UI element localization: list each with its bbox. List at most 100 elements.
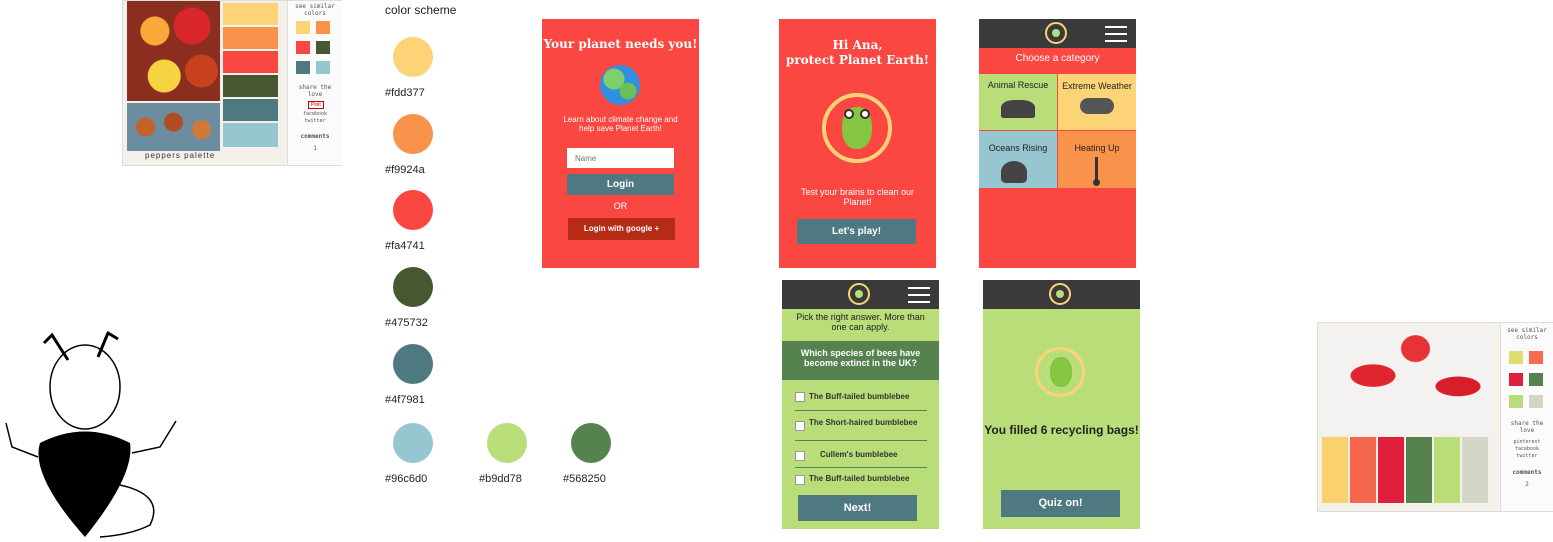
answer-checkbox[interactable] — [795, 392, 805, 402]
color-swatch — [393, 114, 433, 154]
answer-checkbox[interactable] — [795, 475, 805, 485]
mini-swatch[interactable] — [1529, 395, 1543, 408]
palette-swatch — [1434, 437, 1460, 503]
answer-option[interactable]: The Buff-tailed bumblebee — [795, 390, 927, 411]
share-link[interactable]: facebook — [1501, 446, 1553, 452]
color-hex-label: #475732 — [385, 317, 428, 329]
pinit-badge[interactable]: Pinit — [308, 101, 324, 109]
share-link[interactable]: pinterest — [1501, 439, 1553, 445]
frog-avatar — [822, 93, 892, 163]
frog-logo-icon[interactable] — [1049, 283, 1071, 305]
mini-swatch[interactable] — [316, 61, 330, 74]
quiz-on-button[interactable]: Quiz on! — [1001, 490, 1120, 517]
category-label: Oceans Rising — [988, 143, 1048, 153]
palette-swatch — [223, 3, 278, 25]
question-box: Which species of bees have become extinc… — [782, 341, 939, 380]
mini-swatch[interactable] — [296, 21, 310, 34]
color-swatch — [393, 190, 433, 230]
ant-doodle-icon — [5, 330, 177, 538]
welcome-screen: Hi Ana, protect Planet Earth! Test your … — [779, 19, 936, 268]
category-oceans-rising[interactable]: Oceans Rising — [979, 131, 1057, 188]
result-message: You filled 6 recycling bags! — [984, 423, 1139, 437]
palette-swatch — [223, 123, 278, 147]
mini-swatch[interactable] — [296, 61, 310, 74]
quiz-instruction: Pick the right answer. More than one can… — [796, 312, 925, 332]
palette-swatch — [1406, 437, 1432, 503]
answer-checkbox[interactable] — [795, 421, 805, 431]
answer-option[interactable]: The Buff-tailed bumblebee — [795, 474, 927, 488]
hamburger-menu-icon[interactable] — [908, 282, 930, 308]
color-hex-label: #fa4741 — [385, 240, 425, 252]
color-swatch — [571, 423, 611, 463]
mini-swatch[interactable] — [296, 41, 310, 54]
question-text: Which species of bees have become extinc… — [800, 348, 921, 368]
category-heating-up[interactable]: Heating Up — [1058, 131, 1136, 188]
comments-count: 2 — [1525, 481, 1529, 488]
quiz-screen: Pick the right answer. More than one can… — [782, 280, 939, 529]
polar-bear-icon — [1001, 100, 1035, 118]
login-title: Your planet needs you! — [543, 37, 698, 51]
comments-label: comments — [1512, 469, 1542, 476]
color-hex-label: #fdd377 — [385, 87, 425, 99]
next-button[interactable]: Next! — [798, 495, 917, 521]
answer-label: The Short-haired bumblebee — [809, 418, 918, 427]
color-hex-label: #f9924a — [385, 164, 425, 176]
similar-colors-label: see similar colors — [1507, 327, 1547, 341]
category-animal-rescue[interactable]: Animal Rescue — [979, 74, 1057, 130]
category-label: Animal Rescue — [987, 80, 1049, 90]
color-hex-label: #96c6d0 — [385, 473, 428, 485]
earth-icon — [600, 65, 640, 105]
palette-sidebar: see similar colors share the love pinter… — [1500, 323, 1553, 511]
palette-swatch — [223, 99, 278, 121]
color-swatch — [393, 344, 433, 384]
mini-swatch[interactable] — [1509, 373, 1523, 386]
share-link[interactable]: twitter — [1501, 453, 1553, 459]
mini-swatch[interactable] — [1529, 351, 1543, 364]
palette-swatch — [1350, 437, 1376, 503]
category-extreme-weather[interactable]: Extreme Weather — [1058, 74, 1136, 130]
ant-body — [38, 431, 131, 537]
peppers-photo — [127, 1, 220, 101]
answer-checkbox[interactable] — [795, 451, 805, 461]
frog-icon — [1050, 357, 1072, 387]
mini-swatch[interactable] — [1509, 395, 1523, 408]
mini-swatch[interactable] — [1529, 373, 1543, 386]
category-heading: Choose a category — [1015, 53, 1100, 64]
welcome-text: Test your brains to clean our Planet! — [800, 187, 915, 207]
top-bar — [983, 280, 1140, 309]
color-swatch — [393, 423, 433, 463]
result-screen: You filled 6 recycling bags! Quiz on! — [983, 280, 1140, 529]
hamburger-menu-icon[interactable] — [1105, 21, 1127, 47]
top-bar — [782, 280, 939, 309]
palette-swatch — [223, 75, 278, 97]
share-link[interactable]: twitter — [288, 118, 342, 124]
frog-logo-icon[interactable] — [848, 283, 870, 305]
color-hex-label: #4f7981 — [385, 394, 425, 406]
frog-eye — [860, 109, 870, 119]
frog-logo-icon[interactable] — [1045, 22, 1067, 44]
or-divider: OR — [613, 201, 628, 211]
answer-label: Cullem's bumblebee — [820, 450, 898, 459]
greeting-sub: protect Planet Earth! — [785, 53, 930, 67]
comments-count: 1 — [313, 145, 317, 152]
answer-option[interactable]: The Short-haired bumblebee — [795, 418, 927, 441]
comments-label: comments — [300, 133, 330, 140]
login-button[interactable]: Login — [567, 174, 674, 195]
google-login-button[interactable]: Login with google + — [568, 218, 675, 240]
answer-label: The Buff-tailed bumblebee — [809, 474, 910, 483]
answer-option[interactable]: Cullem's bumblebee — [795, 449, 927, 468]
mini-swatch[interactable] — [1509, 351, 1523, 364]
share-link[interactable]: facebook — [288, 111, 342, 117]
name-input[interactable] — [567, 148, 674, 168]
color-swatch — [487, 423, 527, 463]
category-label: Heating Up — [1074, 143, 1120, 153]
mini-swatch[interactable] — [316, 41, 330, 54]
mini-swatch[interactable] — [316, 21, 330, 34]
frog-eye — [844, 109, 854, 119]
color-hex-label: #b9dd78 — [479, 473, 522, 485]
palette-swatch — [1462, 437, 1488, 503]
palette-sidebar: see similar colors share the love Pinit … — [287, 1, 342, 165]
color-swatch — [393, 37, 433, 77]
greeting: Hi Ana, — [832, 38, 883, 52]
play-button[interactable]: Let's play! — [797, 219, 916, 244]
